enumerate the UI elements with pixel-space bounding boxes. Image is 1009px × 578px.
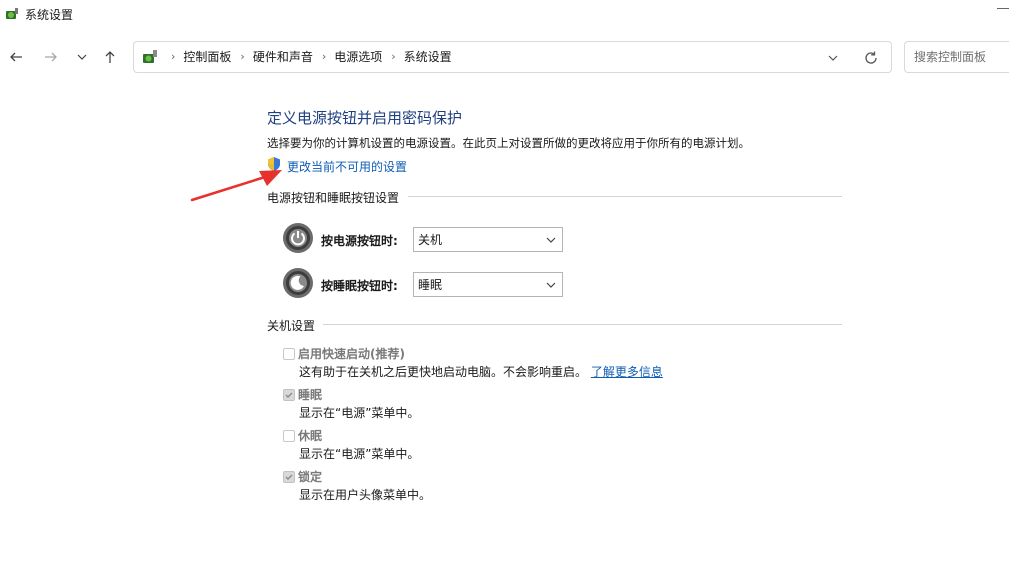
checkmark-icon — [285, 392, 293, 398]
power-button-label: 按电源按钮时: — [321, 234, 398, 248]
title-bar: 系统设置 — [0, 0, 1009, 30]
control-panel-icon — [143, 50, 157, 63]
learn-more-link[interactable]: 了解更多信息 — [591, 365, 663, 379]
window-title: 系统设置 — [25, 8, 74, 22]
fast-startup-description: 这有助于在关机之后更快地启动电脑。不会影响重启。 了解更多信息 — [299, 365, 663, 379]
sleep-checkbox[interactable] — [283, 389, 295, 401]
hibernate-option-label: 休眠 — [298, 429, 323, 443]
breadcrumb-separator-icon[interactable]: › — [240, 50, 244, 63]
power-buttons-section-label: 电源按钮和睡眠按钮设置 — [267, 191, 400, 205]
power-button-action-value: 关机 — [418, 233, 443, 247]
lock-option-description: 显示在用户头像菜单中。 — [299, 488, 432, 502]
power-button-action-select[interactable]: 关机 — [413, 227, 563, 252]
hibernate-option-description: 显示在“电源”菜单中。 — [299, 447, 420, 461]
forward-arrow-icon — [45, 52, 57, 62]
sleep-option-label: 睡眠 — [298, 388, 323, 402]
breadcrumb-separator-icon: › — [171, 50, 176, 63]
sleep-button-action-select[interactable]: 睡眠 — [413, 272, 563, 297]
minimize-button[interactable] — [997, 8, 1009, 10]
shutdown-section-label: 关机设置 — [267, 319, 316, 333]
breadcrumb-hardware-sound[interactable]: 硬件和声音 — [251, 48, 315, 65]
chevron-down-icon — [546, 282, 556, 288]
address-dropdown-icon[interactable] — [825, 50, 841, 66]
recent-locations-button[interactable] — [72, 47, 92, 67]
chevron-down-icon — [77, 54, 87, 60]
breadcrumb-separator-icon[interactable]: › — [322, 50, 326, 63]
power-options-icon — [6, 8, 18, 19]
page-description: 选择要为你的计算机设置的电源设置。在此页上对设置所做的更改将应用于你所有的电源计… — [267, 136, 750, 150]
up-arrow-icon — [105, 51, 115, 63]
breadcrumb: › 控制面板 › 硬件和声音 › 电源选项 › 系统设置 — [164, 48, 454, 65]
sleep-button-label: 按睡眠按钮时: — [321, 279, 398, 293]
change-unavailable-settings-link[interactable]: 更改当前不可用的设置 — [287, 158, 407, 175]
breadcrumb-separator-icon[interactable]: › — [391, 50, 395, 63]
hibernate-checkbox[interactable] — [283, 430, 295, 442]
back-arrow-icon — [10, 52, 22, 62]
breadcrumb-system-settings[interactable]: 系统设置 — [402, 48, 454, 65]
page-title: 定义电源按钮并启用密码保护 — [267, 109, 463, 127]
sleep-button-action-value: 睡眠 — [418, 278, 443, 292]
power-button-icon — [283, 223, 313, 253]
search-input[interactable] — [904, 41, 1009, 73]
breadcrumb-power-options[interactable]: 电源选项 — [332, 48, 384, 65]
section-divider — [323, 324, 842, 325]
forward-button[interactable] — [41, 47, 61, 67]
back-button[interactable] — [6, 47, 26, 67]
up-button[interactable] — [100, 47, 120, 67]
sleep-option-description: 显示在“电源”菜单中。 — [299, 406, 420, 420]
fast-startup-checkbox[interactable] — [283, 348, 295, 360]
lock-checkbox[interactable] — [283, 471, 295, 483]
sleep-button-icon — [283, 268, 313, 298]
fast-startup-label: 启用快速启动(推荐) — [298, 347, 405, 361]
refresh-icon[interactable] — [862, 49, 880, 67]
lock-option-label: 锁定 — [298, 470, 323, 484]
chevron-down-icon — [546, 237, 556, 243]
checkmark-icon — [285, 474, 293, 480]
breadcrumb-control-panel[interactable]: 控制面板 — [181, 48, 233, 65]
section-divider — [408, 196, 842, 197]
